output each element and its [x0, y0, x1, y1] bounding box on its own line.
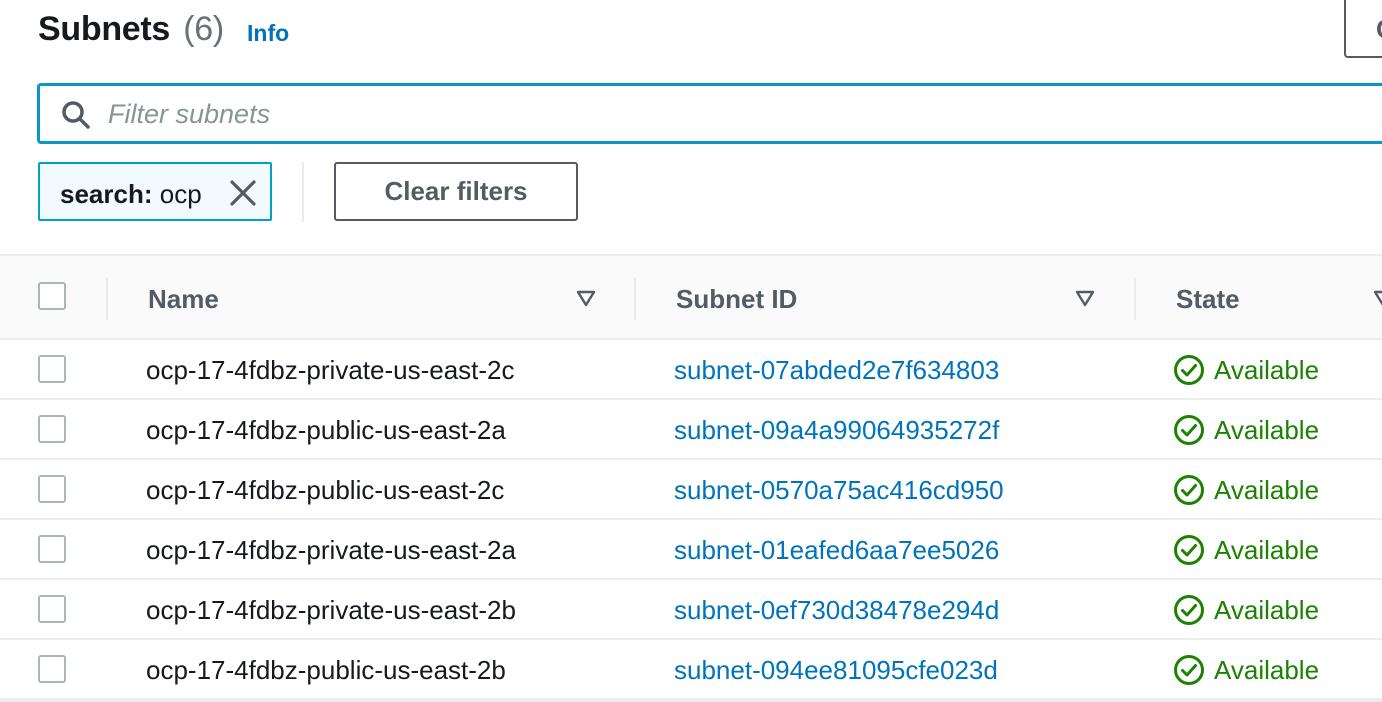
table-row[interactable]: ocp-17-4fdbz-public-us-east-2a subnet-09… [0, 400, 1382, 460]
state-label: Available [1214, 355, 1320, 385]
table-row[interactable]: ocp-17-4fdbz-public-us-east-2c subnet-05… [0, 460, 1382, 520]
subnet-name: ocp-17-4fdbz-public-us-east-2c [146, 475, 505, 505]
row-checkbox[interactable] [38, 415, 66, 443]
action-button[interactable]: C [1344, 0, 1382, 58]
subnet-name: ocp-17-4fdbz-public-us-east-2a [146, 415, 506, 445]
search-input[interactable] [108, 94, 1308, 134]
check-circle-icon [1174, 355, 1204, 385]
state-label: Available [1214, 655, 1320, 685]
page-header: Subnets (6) Info C search: ocp Clear fil… [0, 0, 1382, 254]
subnet-id-link[interactable]: subnet-07abded2e7f634803 [674, 355, 999, 386]
divider [302, 162, 304, 222]
subnet-id-link[interactable]: subnet-094ee81095cfe023d [674, 655, 998, 686]
check-circle-icon [1174, 475, 1204, 505]
select-all-checkbox[interactable] [38, 282, 66, 310]
subnet-count: (6) [183, 10, 224, 48]
filter-token-key: search: [60, 179, 153, 209]
table-header: Name Subnet ID State [0, 254, 1382, 340]
row-checkbox[interactable] [38, 535, 66, 563]
sort-down-icon[interactable] [1074, 288, 1096, 308]
filter-token-label: search: ocp [60, 179, 202, 210]
sort-down-icon[interactable] [1372, 288, 1382, 308]
page-title-text: Subnets [38, 10, 171, 48]
table-row[interactable]: ocp-17-4fdbz-private-us-east-2c subnet-0… [0, 340, 1382, 400]
column-divider[interactable] [106, 278, 108, 320]
filter-token-value: ocp [159, 179, 202, 209]
subnet-id-link[interactable]: subnet-09a4a99064935272f [674, 415, 999, 446]
subnet-name: ocp-17-4fdbz-private-us-east-2c [146, 355, 515, 385]
row-checkbox[interactable] [38, 475, 66, 503]
subnet-id-link[interactable]: subnet-0ef730d38478e294d [674, 595, 999, 626]
subnet-name: ocp-17-4fdbz-public-us-east-2b [146, 655, 506, 685]
clear-filters-button[interactable]: Clear filters [334, 162, 578, 221]
subnets-table: Name Subnet ID State ocp-17-4fdbz-privat… [0, 254, 1382, 702]
check-circle-icon [1174, 595, 1204, 625]
subnet-name: ocp-17-4fdbz-private-us-east-2b [146, 595, 516, 625]
state-label: Available [1214, 475, 1320, 505]
column-divider[interactable] [1134, 278, 1136, 320]
state-label: Available [1214, 595, 1320, 625]
row-checkbox[interactable] [38, 655, 66, 683]
filter-search-box[interactable] [37, 83, 1382, 144]
search-icon [62, 101, 90, 129]
column-divider[interactable] [634, 278, 636, 320]
check-circle-icon [1174, 655, 1204, 685]
column-header-subnet-id[interactable]: Subnet ID [676, 284, 797, 315]
action-button-label: C [1376, 14, 1382, 45]
filter-token: search: ocp [38, 162, 272, 221]
page-title: Subnets (6) [38, 10, 224, 49]
info-link[interactable]: Info [247, 20, 289, 47]
table-row[interactable]: ocp-17-4fdbz-private-us-east-2b subnet-0… [0, 580, 1382, 640]
table-row[interactable]: ocp-17-4fdbz-private-us-east-2a subnet-0… [0, 520, 1382, 580]
sort-down-icon[interactable] [575, 288, 597, 308]
subnet-id-link[interactable]: subnet-01eafed6aa7ee5026 [674, 535, 999, 566]
subnet-name: ocp-17-4fdbz-private-us-east-2a [146, 535, 516, 565]
state-label: Available [1214, 535, 1320, 565]
column-header-state[interactable]: State [1176, 284, 1240, 315]
row-checkbox[interactable] [38, 595, 66, 623]
column-header-name[interactable]: Name [148, 284, 219, 315]
divider [0, 698, 1382, 702]
check-circle-icon [1174, 415, 1204, 445]
state-label: Available [1214, 415, 1320, 445]
check-circle-icon [1174, 535, 1204, 565]
row-checkbox[interactable] [38, 355, 66, 383]
close-icon[interactable] [228, 178, 258, 208]
subnet-id-link[interactable]: subnet-0570a75ac416cd950 [674, 475, 1004, 506]
table-row[interactable]: ocp-17-4fdbz-public-us-east-2b subnet-09… [0, 640, 1382, 700]
